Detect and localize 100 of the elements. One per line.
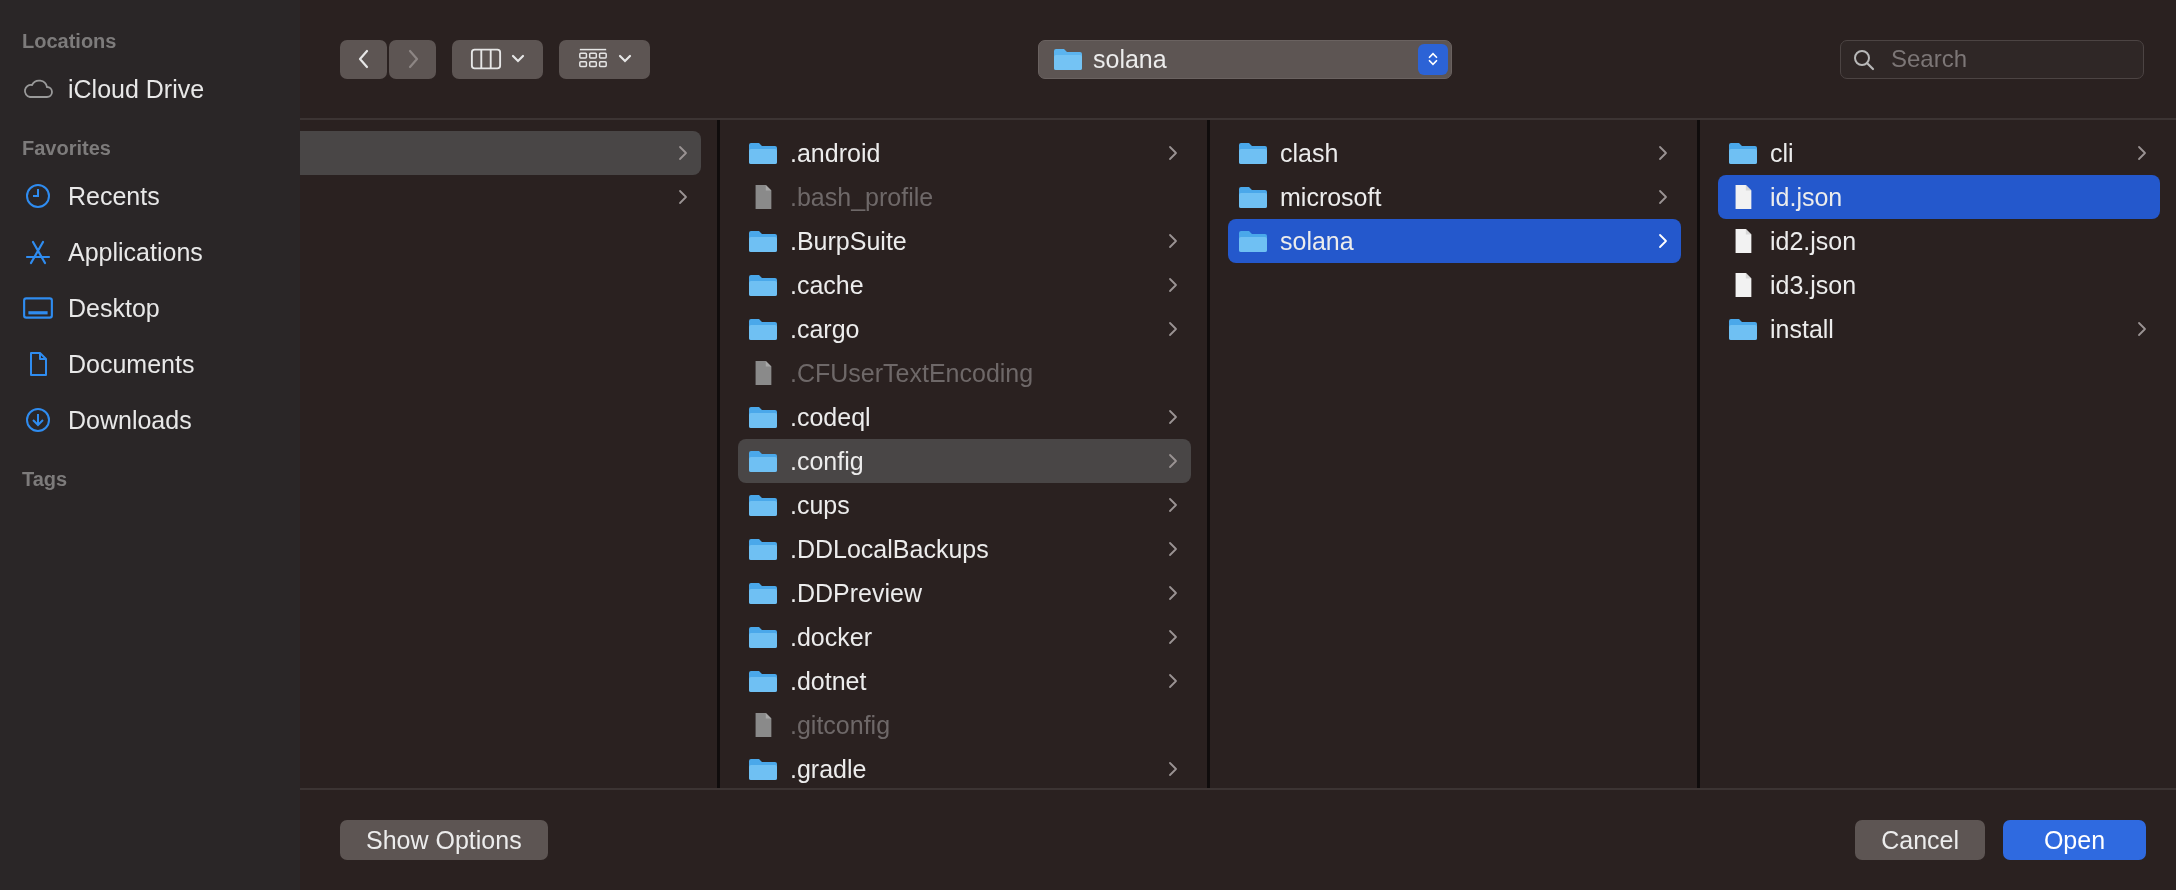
folder-icon [748, 492, 778, 518]
view-mode-button[interactable] [452, 39, 543, 79]
file-row[interactable]: .cache [738, 263, 1191, 307]
location-popup[interactable]: solana [1038, 39, 1452, 79]
file-name: .android [790, 138, 881, 168]
search-field[interactable]: Search [1840, 39, 2144, 79]
chevron-icon [1167, 539, 1179, 559]
sidebar-item[interactable]: Desktop [22, 280, 278, 336]
sidebar-item[interactable]: Downloads [22, 392, 278, 448]
file-name: .cups [790, 490, 850, 520]
file-row[interactable]: install [1718, 307, 2160, 351]
sidebar-label: iCloud Drive [68, 74, 205, 104]
desktop-icon [22, 294, 54, 322]
sidebar-label: Documents [68, 349, 195, 379]
sidebar-label: Desktop [68, 293, 160, 323]
file-name: id3.json [1770, 270, 1857, 300]
chevron-icon [1167, 407, 1179, 427]
cancel-button[interactable]: Cancel [1855, 820, 1985, 860]
file-name: cli [1770, 138, 1794, 168]
folder-icon [1238, 228, 1268, 254]
back-button[interactable] [340, 39, 387, 79]
folder-icon [748, 536, 778, 562]
folder-icon [748, 756, 778, 782]
sidebar-label: Downloads [68, 405, 192, 435]
stepper-icon [1418, 43, 1448, 75]
folder-icon [748, 624, 778, 650]
chevron-icon [1167, 143, 1179, 163]
file-row[interactable]: id.json [1718, 175, 2160, 219]
file-row[interactable]: .cargo [738, 307, 1191, 351]
file-name: .gitconfig [790, 710, 891, 740]
folder-icon [1053, 47, 1083, 71]
chevron-icon [1657, 231, 1669, 251]
file-name: .bash_profile [790, 182, 934, 212]
group-button[interactable] [559, 39, 650, 79]
file-name: id.json [1770, 182, 1843, 212]
folder-icon [1238, 184, 1268, 210]
file-row[interactable]: solana [1228, 219, 1681, 263]
chevron-icon [1167, 583, 1179, 603]
file-name: .cargo [790, 314, 860, 344]
sidebar-item[interactable]: Applications [22, 224, 278, 280]
file-row[interactable]: .docker [738, 615, 1191, 659]
folder-icon [748, 448, 778, 474]
chevron-icon [2136, 143, 2148, 163]
file-name: .config [790, 446, 864, 476]
sidebar-label: Recents [68, 181, 160, 211]
folder-icon [748, 140, 778, 166]
folder-icon [1238, 140, 1268, 166]
file-name: microsoft [1280, 182, 1382, 212]
chevron-icon [1167, 231, 1179, 251]
file-row[interactable]: .cups [738, 483, 1191, 527]
search-icon [1852, 47, 1876, 72]
folder-icon [748, 228, 778, 254]
sidebar-item[interactable]: iCloud Drive [22, 61, 278, 117]
file-name: .cache [790, 270, 864, 300]
file-row[interactable]: .dotnet [738, 659, 1191, 703]
file-name: .DDLocalBackups [790, 534, 989, 564]
location-label: solana [1093, 44, 1168, 74]
section-heading: Favorites [22, 137, 112, 160]
file-row[interactable]: .codeql [738, 395, 1191, 439]
file-row[interactable]: microsoft [1228, 175, 1681, 219]
folder-icon [748, 580, 778, 606]
file-row[interactable]: .DDPreview [738, 571, 1191, 615]
file-row[interactable]: .DDLocalBackups [738, 527, 1191, 571]
file-row[interactable]: .gradle [738, 747, 1191, 788]
file-name: .dotnet [790, 666, 867, 696]
file-row[interactable]: clash [1228, 131, 1681, 175]
file-name: id2.json [1770, 226, 1857, 256]
file-row[interactable]: id3.json [1718, 263, 2160, 307]
sidebar-label: Applications [68, 237, 203, 267]
file-name: .BurpSuite [790, 226, 907, 256]
section-heading: Tags [22, 468, 69, 491]
chevron-icon [1167, 495, 1179, 515]
folder-icon [748, 404, 778, 430]
file-row[interactable]: cli [1718, 131, 2160, 175]
chevron-icon [1167, 275, 1179, 295]
file-row[interactable]: .android [738, 131, 1191, 175]
chevron-icon [1657, 143, 1669, 163]
columns-icon [469, 46, 502, 72]
sidebar-item[interactable]: Documents [22, 336, 278, 392]
folder-icon [748, 316, 778, 342]
file-row[interactable]: .BurpSuite [738, 219, 1191, 263]
file-name: .gradle [790, 754, 867, 784]
file-name: .docker [790, 622, 872, 652]
chevron-icon [1167, 759, 1179, 779]
chevron-icon [1167, 627, 1179, 647]
chevron-icon [677, 143, 689, 163]
file-name: clash [1280, 138, 1339, 168]
chevron-icon [2136, 319, 2148, 339]
file-row[interactable]: id2.json [1718, 219, 2160, 263]
folder-icon [1728, 316, 1758, 342]
sidebar-item[interactable]: Recents [22, 168, 278, 224]
file-name: .codeql [790, 402, 871, 432]
file-name: .DDPreview [790, 578, 922, 608]
open-button[interactable]: Open [2003, 820, 2146, 860]
chevron-icon [1167, 319, 1179, 339]
folder-icon [748, 272, 778, 298]
chevron-icon [1657, 187, 1669, 207]
folder-icon [1728, 140, 1758, 166]
section-heading: Locations [22, 30, 118, 53]
show-options-button[interactable]: Show Options [340, 820, 548, 860]
